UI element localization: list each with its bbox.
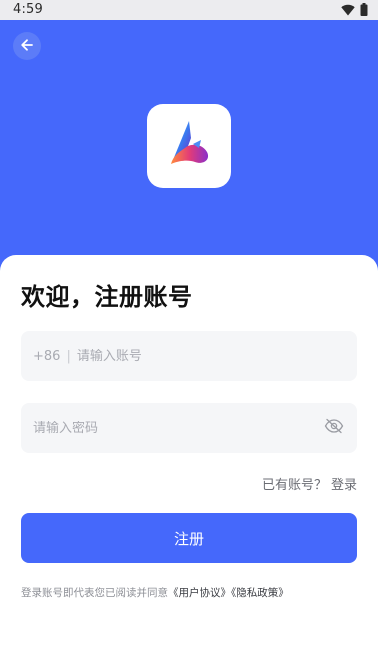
back-button[interactable]: [13, 32, 41, 60]
register-card: 欢迎，注册账号 +86 | 已有账号？ 登录 注册: [0, 255, 378, 672]
status-bar: 4:59: [0, 0, 378, 20]
arrow-left-icon: [20, 37, 34, 56]
app-logo-icon: [163, 118, 215, 174]
privacy-policy-link[interactable]: 《隐私政策》: [231, 587, 289, 599]
status-icons: [341, 3, 368, 20]
login-link[interactable]: 登录: [331, 478, 357, 493]
agreement-prefix: 登录账号即代表您已阅读并同意: [21, 587, 168, 599]
phone-field: +86 |: [21, 331, 357, 381]
field-separator: |: [66, 348, 71, 364]
agreement-text: 登录账号即代表您已阅读并同意《用户协议》《隐私政策》: [21, 585, 289, 600]
password-visibility-toggle[interactable]: [323, 417, 345, 439]
page-title: 欢迎，注册账号: [21, 283, 193, 311]
battery-icon: [360, 3, 368, 20]
status-time: 4:59: [13, 2, 43, 17]
app-logo: [147, 104, 231, 188]
header-banner: [0, 20, 378, 290]
country-code[interactable]: +86: [33, 349, 60, 364]
password-field: [21, 403, 357, 453]
register-button[interactable]: 注册: [21, 513, 357, 563]
register-screen: 4:59 欢迎，注册账号 +86 | 请输入账号 已有账号？ 登录 注册 登录账…: [0, 0, 378, 672]
login-prompt-text: 已有账号？: [261, 478, 327, 493]
user-agreement-link[interactable]: 《用户协议》: [168, 587, 231, 599]
wifi-icon: [341, 4, 355, 20]
account-input[interactable]: [76, 348, 345, 364]
eye-off-icon: [324, 418, 344, 438]
login-prompt-row: 已有账号？ 登录: [262, 474, 357, 493]
password-input[interactable]: [33, 420, 323, 436]
